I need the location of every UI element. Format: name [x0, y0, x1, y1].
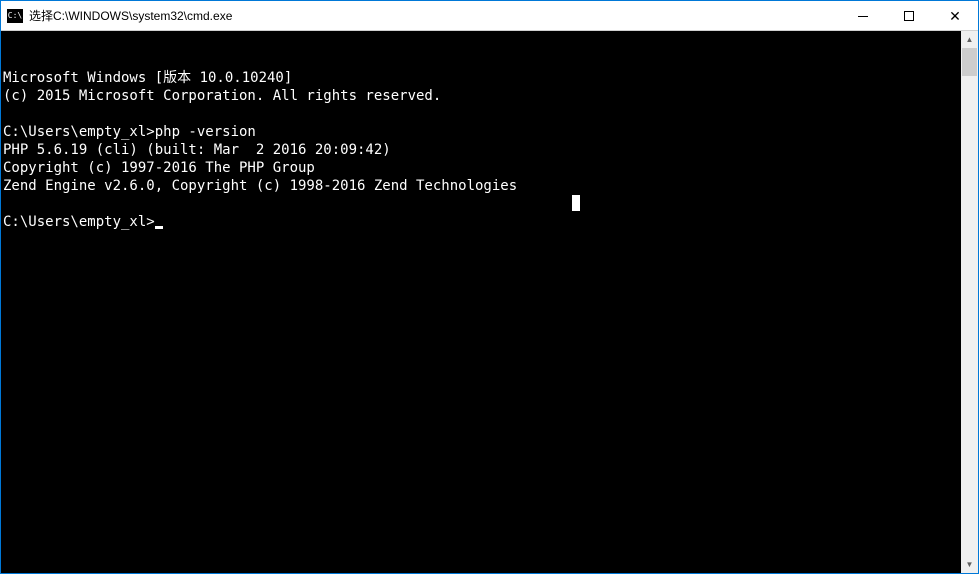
window-title: 选择C:\WINDOWS\system32\cmd.exe	[29, 7, 840, 24]
text-cursor	[155, 226, 163, 229]
terminal-line: Zend Engine v2.6.0, Copyright (c) 1998-2…	[3, 177, 961, 195]
cmd-icon: C:\	[7, 9, 23, 23]
scroll-down-button[interactable]: ▼	[961, 556, 978, 573]
maximize-button[interactable]	[886, 1, 932, 31]
window-titlebar[interactable]: C:\ 选择C:\WINDOWS\system32\cmd.exe ✕	[1, 1, 978, 31]
terminal-line	[3, 105, 961, 123]
terminal-container: Microsoft Windows [版本 10.0.10240](c) 201…	[1, 31, 978, 573]
terminal-line	[3, 195, 961, 213]
terminal-line: C:\Users\empty_xl>	[3, 213, 961, 231]
window-controls: ✕	[840, 1, 978, 30]
maximize-icon	[904, 11, 914, 21]
terminal-line: Microsoft Windows [版本 10.0.10240]	[3, 69, 961, 87]
minimize-button[interactable]	[840, 1, 886, 31]
terminal-line: PHP 5.6.19 (cli) (built: Mar 2 2016 20:0…	[3, 141, 961, 159]
minimize-icon	[858, 16, 868, 17]
selection-cursor	[572, 195, 580, 211]
terminal-output[interactable]: Microsoft Windows [版本 10.0.10240](c) 201…	[1, 31, 961, 573]
terminal-line: (c) 2015 Microsoft Corporation. All righ…	[3, 87, 961, 105]
close-icon: ✕	[949, 9, 961, 23]
scroll-up-button[interactable]: ▲	[961, 31, 978, 48]
scroll-thumb[interactable]	[962, 48, 977, 76]
close-button[interactable]: ✕	[932, 1, 978, 31]
terminal-line: C:\Users\empty_xl>php -version	[3, 123, 961, 141]
vertical-scrollbar[interactable]: ▲ ▼	[961, 31, 978, 573]
terminal-line: Copyright (c) 1997-2016 The PHP Group	[3, 159, 961, 177]
